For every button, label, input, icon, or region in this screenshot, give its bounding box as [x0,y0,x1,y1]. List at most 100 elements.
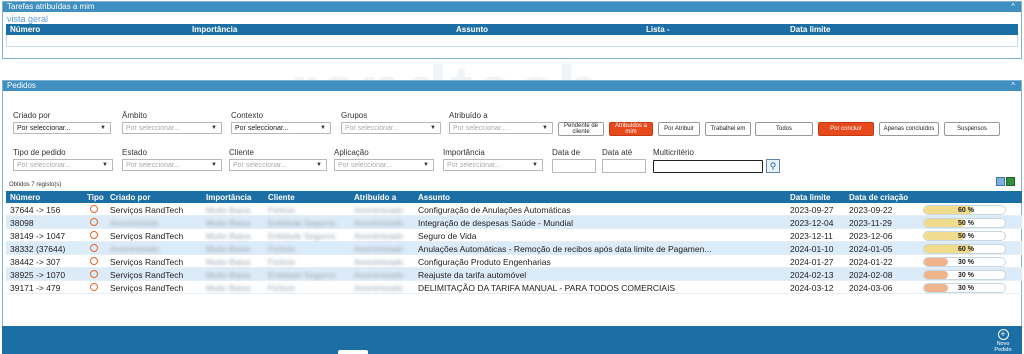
table-row[interactable]: 37644 -> 156 Serviços RandTech Muito Baixa… [6,203,1022,216]
cell-data-limite: 2024-01-27 [790,257,834,267]
cliente-select[interactable]: Por seleccionar... ▼ [229,159,327,171]
filter-contexto: Contexto Por seleccionar... ▼ [231,111,331,134]
cell-importancia: Muito Baixa [206,283,251,293]
cell-cliente: Entidade Seguros [268,218,336,228]
aplicacao-select[interactable]: Por seleccionar... ▼ [334,159,434,171]
all-button[interactable]: Todos [755,122,813,136]
col-data-criacao[interactable]: Data de criação [849,193,908,202]
date-to-input[interactable] [602,159,646,173]
cell-assunto: Seguro de Vida [418,231,477,241]
cell-atribuido-a: Anonimizado [354,218,404,228]
progress-bar: 50 % [923,231,1006,241]
filter-atribuido-a: Atribuído a Por seleccionar... ▼ [449,111,553,134]
cell-data-criacao: 2024-03-06 [849,283,893,293]
date-from-input[interactable] [552,159,596,173]
cell-numero: 38332 (37644) [10,244,66,254]
col-cliente[interactable]: Cliente [268,193,295,202]
chevron-down-icon: ▼ [211,125,217,131]
table-row[interactable]: 39171 -> 479 Serviços RandTech Muito Baixa… [6,281,1022,294]
excel-icon[interactable] [1006,177,1015,186]
contexto-select[interactable]: Por seleccionar... ▼ [231,122,331,134]
table-row[interactable]: 38098 Anonimizado Muito Baixa Entidade Segu… [6,216,1022,229]
progress-percent: 30 % [958,259,974,266]
filter-criado-por: Criado por Por seleccionar... ▼ [13,111,111,134]
table-row[interactable]: 38925 -> 1070 Serviços RandTech Muito Baix… [6,268,1022,281]
criado-por-select[interactable]: Por seleccionar... ▼ [13,122,111,134]
progress-fill [924,284,949,292]
col-numero[interactable]: Número [10,25,40,34]
ambito-select[interactable]: Por seleccionar... ▼ [122,122,222,134]
only-concluded-button[interactable]: Apenas concluídos [879,122,939,136]
cell-cliente: Fictício [268,283,295,293]
cell-importancia: Muito Baixa [206,218,251,228]
collapse-icon[interactable]: ^ [1011,2,1015,12]
col-data-limite[interactable]: Data limite [790,193,830,202]
estado-select[interactable]: Por seleccionar... ▼ [122,159,222,171]
chevron-down-icon: ▼ [532,162,538,168]
col-numero[interactable]: Número [10,193,40,202]
table-row[interactable]: 38149 -> 1047 Serviços RandTech Muito Baix… [6,229,1022,242]
orders-table-header: Número Tipo Criado por Importância Clien… [6,191,1022,203]
table-row[interactable]: 38332 (37644) Anonimizado Muito Baixa Fictí… [6,242,1022,255]
orders-panel-header[interactable]: Pedidos ^ [3,81,1021,91]
cell-cliente: Fictício [268,244,295,254]
atribuido-select[interactable]: Por seleccionar... ▼ [449,122,553,134]
progress-bar: 30 % [923,257,1006,267]
cell-atribuido-a: Anonimizado [354,257,404,267]
cell-cliente: Fictício [268,257,295,267]
export-icon[interactable] [996,177,1005,186]
col-importancia[interactable]: Importância [192,25,237,34]
to-conclude-button[interactable]: Por concluir [818,122,874,136]
bottom-tab[interactable] [338,350,368,354]
progress-percent: 30 % [958,272,974,279]
new-order-button[interactable]: + Novo Pedido [988,329,1018,353]
cell-criado-por: Serviços RandTech [110,270,184,280]
to-assign-button[interactable]: Por Atribuir [658,122,700,136]
worked-on-button[interactable]: Trabalhei em [705,122,751,136]
col-assunto[interactable]: Assunto [456,25,488,34]
grupos-select[interactable]: Por seleccionar... ▼ [341,122,441,134]
cell-assunto: Reajuste da tarifa automóvel [418,270,527,280]
cell-importancia: Muito Baixa [206,270,251,280]
cell-data-limite: 2023-12-11 [790,231,833,241]
tipo-pedido-select[interactable]: Por seleccionar... ▼ [13,159,113,171]
search-icon[interactable]: ⚲ [766,159,780,173]
col-tipo[interactable]: Tipo [87,193,104,202]
headset-icon [90,244,98,252]
pending-client-button[interactable]: Pendente de cliente [558,122,604,136]
chevron-down-icon: ▼ [423,162,429,168]
cell-atribuido-a: Anonimizado [354,270,404,280]
cell-assunto: DELIMITAÇÃO DA TARIFA MANUAL - PARA TODO… [418,283,676,293]
chevron-down-icon: ▼ [102,162,108,168]
filter-multicriteria: Multicritério [653,148,694,157]
cell-criado-por: Serviços RandTech [110,283,184,293]
col-criado-por[interactable]: Criado por [110,193,150,202]
tasks-table-body [6,35,1018,47]
assigned-to-me-button[interactable]: Atribuídos a mim [609,122,653,136]
headset-icon [90,205,98,213]
headset-icon [90,257,98,265]
progress-percent: 30 % [958,285,974,292]
cell-criado-por: Serviços RandTech [110,231,184,241]
suspended-button[interactable]: Suspensos [944,122,1000,136]
cell-numero: 38149 -> 1047 [10,231,66,241]
chevron-down-icon: ▼ [100,125,106,131]
tasks-table-header: Número Importância Assunto Lista - Data … [6,24,1018,35]
table-row[interactable]: 38442 -> 307 Serviços RandTech Muito Baixa… [6,255,1022,268]
multicriteria-input[interactable] [653,160,763,173]
view-link[interactable]: vista geral [3,12,1021,24]
progress-bar: 60 % [923,205,1006,215]
cell-atribuido-a: Anonimizado [354,231,404,241]
collapse-icon[interactable]: ^ [1011,81,1015,91]
tasks-panel-title: Tarefas atribuídas a mim [7,2,95,11]
record-count: Obtidos 7 registo(s) [9,182,62,188]
importancia-select[interactable]: Por seleccionar... ▼ [443,159,543,171]
orders-panel: Pedidos ^ Criado por Por seleccionar... ▼… [2,80,1022,354]
col-assunto[interactable]: Assunto [418,193,450,202]
col-importancia[interactable]: Importância [206,193,251,202]
tasks-panel-header[interactable]: Tarefas atribuídas a mim ^ [3,2,1021,12]
col-data-limite[interactable]: Data limite [790,25,830,34]
col-lista[interactable]: Lista - [646,25,670,34]
col-atribuido-a[interactable]: Atribuído a [354,193,396,202]
chevron-down-icon: ▼ [316,162,322,168]
